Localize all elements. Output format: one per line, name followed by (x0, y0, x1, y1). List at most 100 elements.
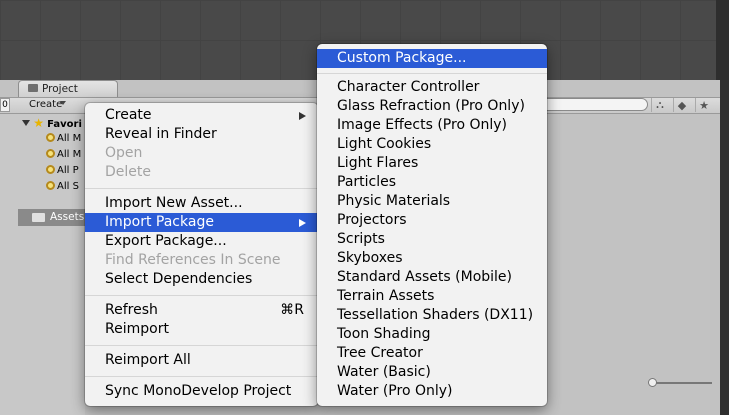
menu-item-label: Delete (105, 164, 151, 180)
submenu-arrow-icon (299, 219, 306, 227)
tab-project[interactable]: Project (18, 80, 118, 97)
menu-item-reveal-in-finder[interactable]: Reveal in Finder (85, 125, 318, 144)
favorite-star-icon[interactable]: ★ (695, 98, 712, 112)
package-item[interactable]: Glass Refraction (Pro Only) (317, 97, 547, 116)
tree-item-label: All S (57, 181, 79, 192)
menu-item-find-references: Find References In Scene (85, 251, 318, 270)
star-icon: ★ (33, 116, 44, 130)
menu-item-reimport[interactable]: Reimport (85, 320, 318, 339)
package-item[interactable]: Skyboxes (317, 249, 547, 268)
menu-item-label: Import Package (105, 214, 214, 230)
menu-item-open: Open (85, 144, 318, 163)
tree-item[interactable]: All P (46, 164, 79, 178)
zoom-slider[interactable] (648, 378, 712, 387)
slider-knob[interactable] (648, 378, 657, 387)
menu-item-reimport-all[interactable]: Reimport All (85, 351, 318, 370)
package-item[interactable]: Water (Basic) (317, 363, 547, 382)
menu-item-label: Sync MonoDevelop Project (105, 383, 292, 399)
create-dropdown-button[interactable]: Create (23, 98, 71, 112)
menu-item-label: Select Dependencies (105, 271, 253, 287)
search-icon (46, 181, 55, 190)
menu-item-label: Particles (337, 174, 397, 190)
project-folder-icon (28, 84, 38, 92)
tree-favorites-label: Favori (47, 119, 82, 130)
tree-item[interactable]: All M (46, 148, 81, 162)
menu-item-label: Character Controller (337, 79, 480, 95)
menu-separator (85, 345, 318, 346)
menu-item-label: Toon Shading (337, 326, 431, 342)
package-item[interactable]: Tessellation Shaders (DX11) (317, 306, 547, 325)
tree-item-label: All M (57, 149, 82, 160)
tree-item[interactable]: All S (46, 180, 79, 194)
search-input[interactable] (538, 98, 648, 111)
panel-edge (720, 80, 729, 415)
menu-item-import-new-asset[interactable]: Import New Asset... (85, 194, 318, 213)
search-icon (46, 133, 55, 142)
menu-item-label: Glass Refraction (Pro Only) (337, 98, 525, 114)
menu-item-label: Reimport All (105, 352, 191, 368)
package-item[interactable]: Light Flares (317, 154, 547, 173)
menu-item-select-dependencies[interactable]: Select Dependencies (85, 270, 318, 289)
tree-favorites[interactable]: ★ Favori (22, 116, 82, 130)
menu-item-label: Skyboxes (337, 250, 403, 266)
submenu-arrow-icon (299, 112, 306, 120)
menu-item-label: Tessellation Shaders (DX11) (337, 307, 534, 323)
package-item[interactable]: Physic Materials (317, 192, 547, 211)
import-package-submenu: Custom Package... Character Controller G… (317, 44, 547, 406)
menu-item-create[interactable]: Create (85, 106, 318, 125)
filter-by-label-icon[interactable]: ◆ (673, 98, 690, 112)
menu-item-label: Find References In Scene (105, 252, 281, 268)
menu-item-label: Tree Creator (337, 345, 423, 361)
left-stub-field[interactable]: 0 (0, 98, 10, 112)
menu-item-label: Open (105, 145, 143, 161)
package-item[interactable]: Tree Creator (317, 344, 547, 363)
menu-item-shortcut: ⌘R (280, 302, 304, 318)
package-item[interactable]: Scripts (317, 230, 547, 249)
menu-item-label: Reveal in Finder (105, 126, 217, 142)
menu-item-label: Standard Assets (Mobile) (337, 269, 512, 285)
menu-item-label: Light Flares (337, 155, 419, 171)
package-item[interactable]: Water (Pro Only) (317, 382, 547, 401)
package-item[interactable]: Projectors (317, 211, 547, 230)
tab-project-label: Project (42, 83, 78, 95)
package-item[interactable]: Character Controller (317, 78, 547, 97)
menu-item-label: Export Package... (105, 233, 227, 249)
chevron-down-icon (60, 101, 66, 105)
menu-item-label: Import New Asset... (105, 195, 243, 211)
disclosure-triangle-icon (22, 120, 30, 126)
tree-item-label: All P (57, 165, 79, 176)
menu-item-delete: Delete (85, 163, 318, 182)
tree-item[interactable]: All M (46, 132, 81, 146)
package-item[interactable]: Light Cookies (317, 135, 547, 154)
menu-separator (85, 295, 318, 296)
menu-item-label: Reimport (105, 321, 169, 337)
menu-item-label: Water (Basic) (337, 364, 431, 380)
tree-assets[interactable]: Assets (18, 209, 85, 226)
package-item[interactable]: Particles (317, 173, 547, 192)
menu-item-refresh[interactable]: Refresh ⌘R (85, 301, 318, 320)
menu-item-label: Light Cookies (337, 136, 432, 152)
folder-icon (32, 213, 45, 222)
package-item-custom[interactable]: Custom Package... (317, 49, 547, 68)
package-item[interactable]: Toon Shading (317, 325, 547, 344)
search-icon (46, 149, 55, 158)
menu-item-label: Terrain Assets (337, 288, 435, 304)
slider-track (652, 382, 712, 384)
create-label: Create (29, 99, 63, 110)
search-icon (46, 165, 55, 174)
package-item[interactable]: Terrain Assets (317, 287, 547, 306)
filter-by-type-icon[interactable]: ⛬ (651, 98, 668, 112)
menu-item-label: Image Effects (Pro Only) (337, 117, 507, 133)
package-item[interactable]: Standard Assets (Mobile) (317, 268, 547, 287)
menu-item-label: Physic Materials (337, 193, 451, 209)
menu-item-export-package[interactable]: Export Package... (85, 232, 318, 251)
package-item[interactable]: Image Effects (Pro Only) (317, 116, 547, 135)
menu-separator (317, 73, 547, 74)
menu-separator (85, 376, 318, 377)
menu-separator (85, 188, 318, 189)
menu-item-label: Water (Pro Only) (337, 383, 453, 399)
menu-item-import-package[interactable]: Import Package (85, 213, 318, 232)
menu-item-sync-monodevelop[interactable]: Sync MonoDevelop Project (85, 382, 318, 401)
context-menu: Create Reveal in Finder Open Delete Impo… (85, 103, 318, 406)
menu-item-label: Refresh (105, 302, 158, 318)
